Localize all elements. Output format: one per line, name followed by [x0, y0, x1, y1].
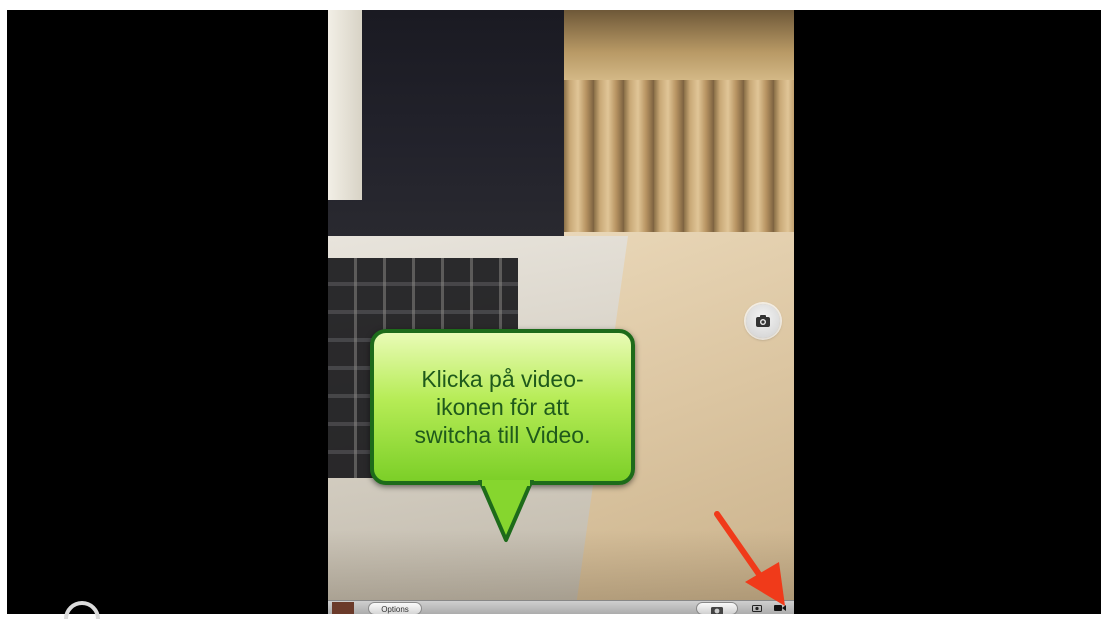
laptop-screen-image	[328, 10, 566, 248]
video-player[interactable]: Options Klicka på video- ikonen för att …	[7, 10, 1101, 614]
camera-flip-button[interactable]	[746, 304, 780, 338]
loading-spinner-icon	[64, 601, 100, 619]
last-photo-thumbnail[interactable]	[332, 602, 354, 614]
radiator-fins-image	[564, 80, 794, 250]
camera-flip-icon	[756, 315, 770, 327]
document-image	[328, 10, 362, 200]
annotation-bubble: Klicka på video- ikonen för att switcha …	[370, 329, 635, 485]
options-button[interactable]: Options	[368, 602, 422, 614]
annotation-bubble-tail	[478, 480, 534, 542]
radiator-image	[564, 10, 794, 80]
annotation-text: Klicka på video- ikonen för att switcha …	[414, 366, 591, 448]
red-arrow-annotation	[714, 511, 785, 606]
